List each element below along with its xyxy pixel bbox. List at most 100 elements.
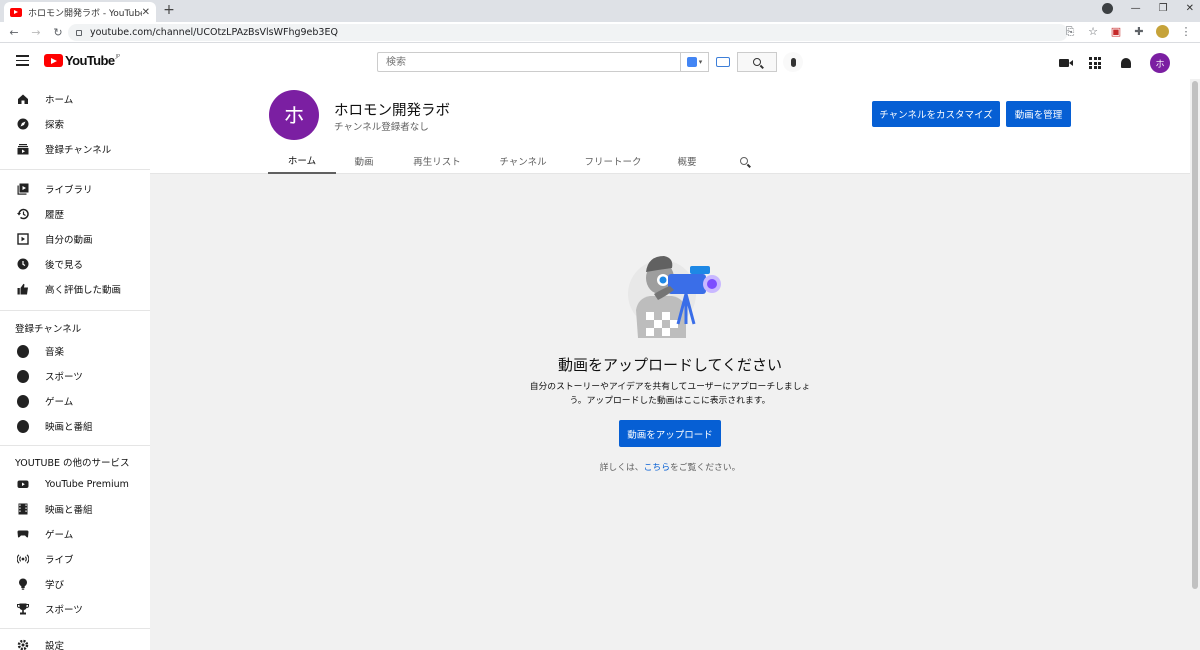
sidebar-item-explore[interactable]: 探索 [0, 112, 150, 136]
library-icon [17, 183, 29, 195]
translate-icon [686, 57, 697, 67]
channel-search-button[interactable] [732, 147, 756, 174]
sidebar-item-label: 設定 [45, 641, 65, 650]
tab-home[interactable]: ホーム [268, 147, 336, 174]
sidebar-item-label: 音楽 [45, 347, 65, 358]
apps-grid-icon [1089, 57, 1101, 69]
learn-more-link[interactable]: こちら [644, 463, 670, 473]
forward-icon[interactable]: → [28, 26, 44, 39]
tab-community[interactable]: フリートーク [573, 147, 653, 174]
subscriptions-icon [17, 143, 29, 155]
back-icon[interactable]: ← [6, 26, 22, 39]
bookmark-star-icon[interactable]: ☆ [1087, 25, 1099, 38]
gaming-channel-icon [17, 394, 29, 408]
translate-input-tool[interactable]: ▾ [681, 52, 709, 72]
sidebar-item-label: 探索 [45, 120, 65, 131]
sidebar-item-label: ホーム [45, 95, 74, 106]
channel-avatar: ホ [269, 90, 319, 140]
sidebar-item-label: 登録チャンネル [45, 145, 112, 156]
account-avatar[interactable]: ホ [1150, 53, 1170, 73]
lightbulb-icon [17, 578, 29, 590]
voice-search-button[interactable] [783, 52, 803, 72]
hamburger-menu-icon[interactable] [16, 55, 29, 66]
sidebar-item-liked-videos[interactable]: 高く評価した動画 [0, 277, 150, 301]
upload-video-button[interactable]: 動画をアップロード [619, 420, 721, 447]
sidebar-item-your-videos[interactable]: 自分の動画 [0, 227, 150, 251]
install-app-icon[interactable]: ⎘ [1064, 25, 1076, 38]
video-camera-icon [1059, 59, 1073, 67]
notifications-button[interactable] [1119, 56, 1133, 70]
tab-channels[interactable]: チャンネル [490, 147, 556, 174]
sidebar-item-history[interactable]: 履歴 [0, 202, 150, 226]
sidebar-item-channel-gaming[interactable]: ゲーム [0, 389, 150, 413]
window-controls: — ❐ ✕ [1101, 3, 1194, 14]
sidebar-item-sports[interactable]: スポーツ [0, 597, 150, 621]
sidebar-item-watch-later[interactable]: 後で見る [0, 252, 150, 276]
movies-channel-icon [17, 419, 29, 433]
close-window-icon[interactable]: ✕ [1186, 3, 1194, 14]
home-icon [17, 93, 29, 105]
new-tab-button[interactable]: + [161, 2, 177, 18]
puzzle-extensions-icon[interactable]: ✚ [1133, 25, 1145, 38]
tab-about[interactable]: 概要 [666, 147, 708, 174]
browser-profile-avatar[interactable] [1156, 25, 1169, 38]
customize-channel-button[interactable]: チャンネルをカスタマイズ [872, 101, 1000, 127]
scrollbar-thumb[interactable] [1192, 81, 1198, 589]
search-button[interactable] [737, 52, 777, 72]
sidebar-item-channel-movies[interactable]: 映画と番組 [0, 414, 150, 438]
trophy-icon [17, 603, 29, 615]
apps-button[interactable] [1088, 56, 1102, 70]
sidebar-item-movies-shows[interactable]: 映画と番組 [0, 497, 150, 521]
learn-more-suffix: をご覧ください。 [670, 463, 741, 473]
extension-icon[interactable]: ▣ [1110, 25, 1122, 38]
clock-icon [17, 258, 29, 270]
sidebar-item-label: スポーツ [45, 605, 83, 616]
sidebar-item-channel-music[interactable]: 音楽 [0, 339, 150, 363]
manage-videos-button[interactable]: 動画を管理 [1006, 101, 1071, 127]
sidebar-item-label: ライブ [45, 555, 74, 566]
lock-icon [76, 29, 82, 36]
address-bar[interactable]: youtube.com/channel/UCOtzLPAzBsVlsWFhg9e… [68, 24, 1068, 41]
sidebar-divider [0, 628, 150, 629]
sidebar-item-label: 映画と番組 [45, 505, 93, 516]
youtube-play-icon [44, 54, 63, 67]
sidebar-item-gaming[interactable]: ゲーム [0, 522, 150, 546]
sidebar-item-subscriptions[interactable]: 登録チャンネル [0, 137, 150, 161]
thumbs-up-icon [17, 283, 29, 295]
sidebar-item-settings[interactable]: 設定 [0, 633, 150, 650]
browser-tab[interactable]: ホロモン開発ラボ - YouTube ✕ [4, 2, 156, 22]
sidebar-item-learning[interactable]: 学び [0, 572, 150, 596]
profile-download-icon[interactable] [1101, 3, 1113, 14]
sidebar-item-youtube-premium[interactable]: YouTube Premium [0, 472, 150, 496]
header-actions: ホ [1057, 53, 1170, 73]
create-video-button[interactable] [1057, 56, 1073, 70]
sidebar-item-channel-sports[interactable]: スポーツ [0, 364, 150, 388]
sidebar-item-library[interactable]: ライブラリ [0, 177, 150, 201]
sidebar-divider [0, 310, 150, 311]
upload-illustration [628, 250, 728, 343]
restore-icon[interactable]: ❐ [1159, 3, 1168, 14]
minimize-icon[interactable]: — [1131, 3, 1141, 14]
sidebar-item-live[interactable]: ライブ [0, 547, 150, 571]
page-scrollbar[interactable] [1190, 79, 1200, 650]
search-input[interactable] [377, 52, 681, 72]
youtube-logo[interactable]: YouTube JP [44, 53, 120, 68]
sidebar-item-home[interactable]: ホーム [0, 87, 150, 111]
browser-menu-icon[interactable]: ⋮ [1180, 25, 1192, 38]
learn-more-prefix: 詳しくは、 [599, 463, 644, 473]
channel-name: ホロモン開発ラボ [334, 103, 450, 119]
screen-keyboard-button[interactable] [711, 52, 735, 72]
youtube-wordmark: YouTube [65, 53, 115, 68]
sidebar-item-label: ライブラリ [45, 185, 93, 196]
sidebar-divider [0, 169, 150, 170]
sidebar-item-label: ゲーム [45, 397, 74, 408]
close-tab-icon[interactable]: ✕ [142, 7, 150, 18]
microphone-icon [790, 57, 796, 67]
tab-videos[interactable]: 動画 [344, 147, 384, 174]
sidebar-item-label: 履歴 [45, 210, 65, 221]
reload-icon[interactable]: ↻ [50, 26, 66, 39]
subscriber-count: チャンネル登録者なし [334, 122, 429, 133]
search-icon [753, 58, 761, 66]
tab-playlists[interactable]: 再生リスト [403, 147, 471, 174]
url-text: youtube.com/channel/UCOtzLPAzBsVlsWFhg9e… [90, 27, 338, 38]
